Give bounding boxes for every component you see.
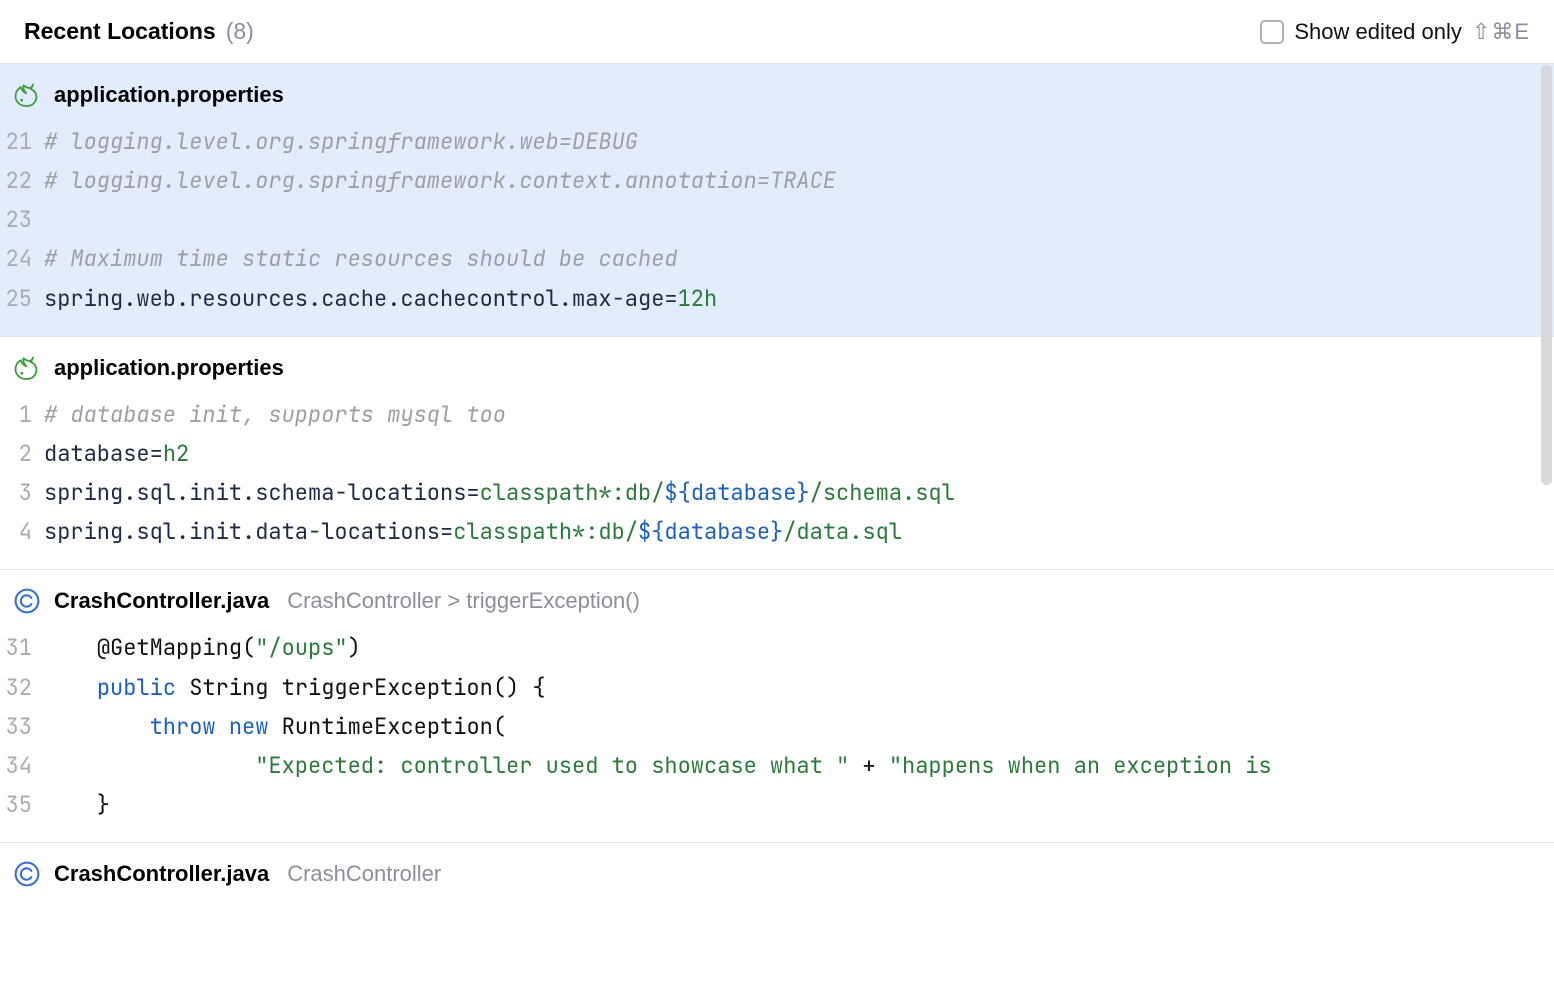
- location-header[interactable]: application.properties: [0, 64, 1554, 118]
- code-text: database=h2: [44, 434, 1554, 473]
- line-number: 3: [0, 473, 44, 512]
- code-text: # Maximum time static resources should b…: [44, 239, 1554, 278]
- java-class-icon: [12, 859, 42, 889]
- location-header[interactable]: application.properties: [0, 337, 1554, 391]
- popup-header: Recent Locations (8) Show edited only ⇧⌘…: [0, 0, 1554, 63]
- line-number: 35: [0, 785, 44, 824]
- code-text: spring.web.resources.cache.cachecontrol.…: [44, 279, 1554, 318]
- popup-title: Recent Locations: [24, 18, 216, 45]
- code-preview: 1# database init, supports mysql too2dat…: [0, 391, 1554, 570]
- show-edited-label[interactable]: Show edited only: [1294, 19, 1462, 45]
- code-text: throw new RuntimeException(: [44, 707, 1554, 746]
- line-number: 34: [0, 746, 44, 785]
- line-number: 24: [0, 239, 44, 278]
- code-line[interactable]: 21# logging.level.org.springframework.we…: [0, 122, 1554, 161]
- show-edited-shortcut: ⇧⌘E: [1472, 19, 1530, 45]
- popup-count: (8): [226, 18, 254, 45]
- line-number: 31: [0, 628, 44, 667]
- header-right: Show edited only ⇧⌘E: [1260, 19, 1530, 45]
- title-wrap: Recent Locations (8): [24, 18, 254, 45]
- location-item[interactable]: CrashController.java CrashController: [0, 842, 1554, 897]
- location-item[interactable]: CrashController.java CrashController > tr…: [0, 569, 1554, 842]
- file-name: CrashController.java: [54, 588, 269, 614]
- code-text: "Expected: controller used to showcase w…: [44, 746, 1554, 785]
- scrollbar-thumb[interactable]: [1541, 65, 1552, 485]
- file-name: application.properties: [54, 82, 284, 108]
- spring-icon: [12, 80, 42, 110]
- code-line[interactable]: 22# logging.level.org.springframework.co…: [0, 161, 1554, 200]
- code-line[interactable]: 24# Maximum time static resources should…: [0, 239, 1554, 278]
- code-text: # database init, supports mysql too: [44, 395, 1554, 434]
- code-line[interactable]: 25spring.web.resources.cache.cachecontro…: [0, 279, 1554, 318]
- location-item[interactable]: application.properties 1# database init, …: [0, 336, 1554, 570]
- recent-locations-popup: Recent Locations (8) Show edited only ⇧⌘…: [0, 0, 1554, 998]
- code-line[interactable]: 23: [0, 200, 1554, 239]
- java-class-icon: [12, 586, 42, 616]
- line-number: 23: [0, 200, 44, 239]
- code-line[interactable]: 33 throw new RuntimeException(: [0, 707, 1554, 746]
- code-line[interactable]: 2database=h2: [0, 434, 1554, 473]
- code-text: }: [44, 785, 1554, 824]
- breadcrumb: CrashController: [287, 861, 441, 887]
- code-preview: 31 @GetMapping("/oups")32 public String …: [0, 624, 1554, 842]
- file-name: application.properties: [54, 355, 284, 381]
- code-line[interactable]: 31 @GetMapping("/oups"): [0, 628, 1554, 667]
- code-text: @GetMapping("/oups"): [44, 628, 1554, 667]
- code-line[interactable]: 4spring.sql.init.data-locations=classpat…: [0, 512, 1554, 551]
- code-line[interactable]: 34 "Expected: controller used to showcas…: [0, 746, 1554, 785]
- location-header[interactable]: CrashController.java CrashController: [0, 843, 1554, 897]
- code-text: public String triggerException() {: [44, 668, 1554, 707]
- code-text: # logging.level.org.springframework.web=…: [44, 122, 1554, 161]
- code-text: spring.sql.init.schema-locations=classpa…: [44, 473, 1554, 512]
- show-edited-checkbox[interactable]: [1260, 20, 1284, 44]
- file-name: CrashController.java: [54, 861, 269, 887]
- code-preview: 21# logging.level.org.springframework.we…: [0, 118, 1554, 336]
- code-line[interactable]: 32 public String triggerException() {: [0, 668, 1554, 707]
- code-line[interactable]: 1# database init, supports mysql too: [0, 395, 1554, 434]
- code-text: spring.sql.init.data-locations=classpath…: [44, 512, 1554, 551]
- locations-list[interactable]: application.properties21# logging.level.…: [0, 63, 1554, 998]
- line-number: 1: [0, 395, 44, 434]
- code-line[interactable]: 3spring.sql.init.schema-locations=classp…: [0, 473, 1554, 512]
- location-header[interactable]: CrashController.java CrashController > tr…: [0, 570, 1554, 624]
- spring-icon: [12, 353, 42, 383]
- code-line[interactable]: 35 }: [0, 785, 1554, 824]
- location-item[interactable]: application.properties 21# logging.level.…: [0, 63, 1554, 336]
- line-number: 22: [0, 161, 44, 200]
- line-number: 33: [0, 707, 44, 746]
- code-text: # logging.level.org.springframework.cont…: [44, 161, 1554, 200]
- line-number: 21: [0, 122, 44, 161]
- breadcrumb: CrashController > triggerException(): [287, 588, 640, 614]
- line-number: 25: [0, 279, 44, 318]
- line-number: 32: [0, 668, 44, 707]
- line-number: 4: [0, 512, 44, 551]
- line-number: 2: [0, 434, 44, 473]
